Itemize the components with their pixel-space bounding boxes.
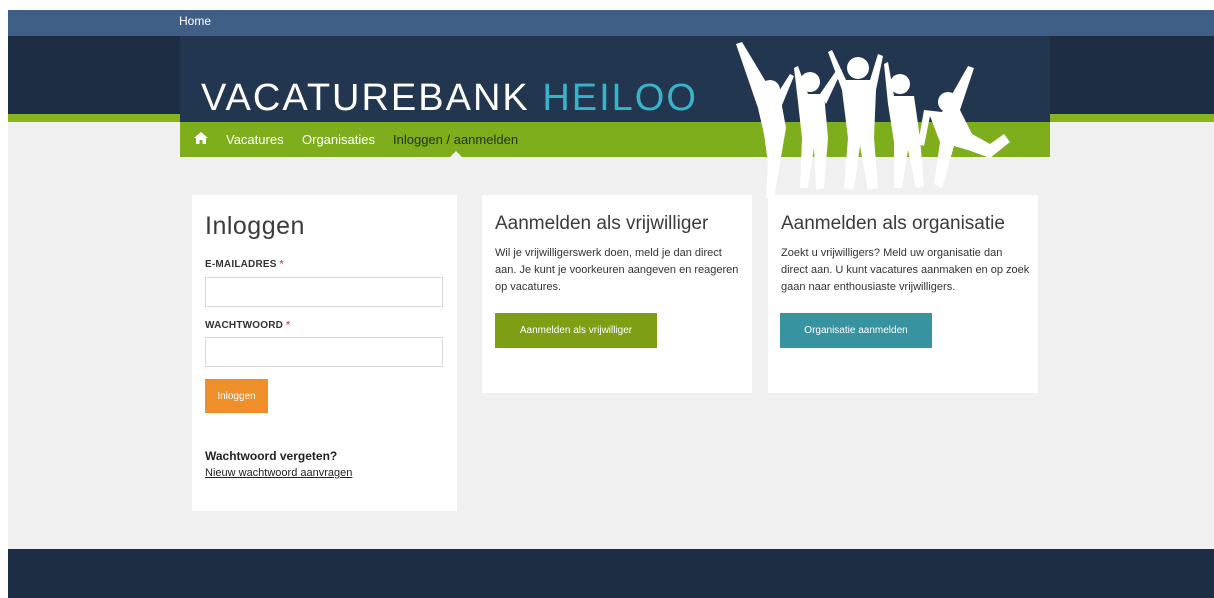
password-label: WACHTWOORD *: [205, 320, 290, 331]
top-bar: Home: [8, 10, 1214, 36]
organisation-signup-card: Aanmelden als organisatie Zoekt u vrijwi…: [768, 195, 1038, 393]
organisation-signup-text: Zoekt u vrijwilligers? Meld uw organisat…: [781, 247, 1030, 293]
login-card: Inloggen E-MAILADRES * WACHTWOORD * Inlo…: [192, 195, 457, 511]
request-new-password-link[interactable]: Nieuw wachtwoord aanvragen: [205, 467, 352, 479]
home-link[interactable]: Home: [179, 14, 211, 28]
forgot-password-title: Wachtwoord vergeten?: [205, 449, 338, 463]
site-logo[interactable]: VACATUREBANK HEILOO: [201, 78, 698, 118]
footer: [8, 549, 1214, 598]
nav-item-inloggen-aanmelden[interactable]: Inloggen / aanmelden: [393, 132, 518, 147]
nav-item-vacatures[interactable]: Vacatures: [226, 132, 284, 147]
active-nav-caret: [450, 151, 462, 157]
jumping-people-illustration: [736, 42, 1010, 198]
password-field[interactable]: [205, 337, 443, 367]
password-label-text: WACHTWOORD: [205, 320, 284, 331]
email-label-text: E-MAILADRES: [205, 259, 277, 270]
volunteer-signup-button[interactable]: Aanmelden als vrijwilliger: [495, 313, 657, 348]
volunteer-signup-text: Wil je vrijwilligerswerk doen, meld je d…: [495, 247, 739, 293]
email-label: E-MAILADRES *: [205, 259, 284, 270]
organisation-signup-title: Aanmelden als organisatie: [781, 213, 1005, 234]
logo-text-main: VACATUREBANK: [201, 77, 530, 119]
volunteer-signup-title: Aanmelden als vrijwilliger: [495, 213, 709, 234]
login-button[interactable]: Inloggen: [205, 379, 268, 413]
login-title: Inloggen: [205, 212, 305, 240]
required-marker: *: [286, 320, 291, 331]
logo-text-accent: HEILOO: [542, 77, 698, 119]
nav-item-organisaties[interactable]: Organisaties: [302, 132, 375, 147]
required-marker: *: [279, 259, 284, 270]
email-field[interactable]: [205, 277, 443, 307]
home-icon[interactable]: [193, 131, 209, 145]
organisation-signup-button[interactable]: Organisatie aanmelden: [780, 313, 932, 348]
volunteer-signup-card: Aanmelden als vrijwilliger Wil je vrijwi…: [482, 195, 752, 393]
